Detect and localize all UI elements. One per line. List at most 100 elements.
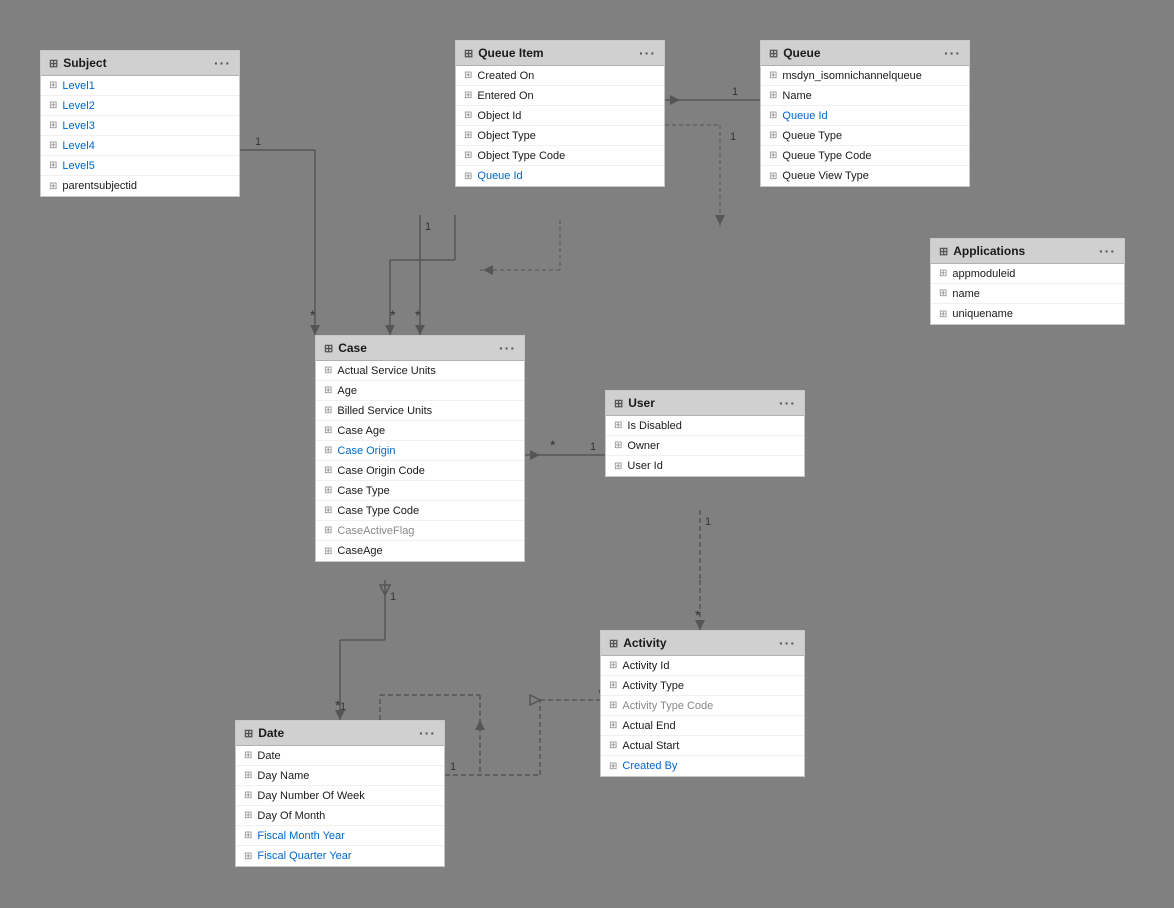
field-icon: ⊞ — [769, 130, 777, 141]
entity-case-header: ⊞ Case ··· — [316, 336, 524, 361]
queue-item-title: Queue Item — [478, 46, 543, 60]
field-label: Queue Id — [782, 110, 827, 122]
table-row: ⊞ Queue Type Code — [761, 146, 969, 166]
field-icon: ⊞ — [324, 365, 332, 376]
field-icon: ⊞ — [609, 660, 617, 671]
field-label: Object Type Code — [477, 150, 565, 162]
field-label: Level3 — [62, 120, 94, 132]
table-row: ⊞ Activity Id — [601, 656, 804, 676]
field-icon: ⊞ — [464, 70, 472, 81]
field-label: Fiscal Quarter Year — [257, 850, 351, 862]
table-row: ⊞ Object Type Code — [456, 146, 664, 166]
table-row: ⊞ Date — [236, 746, 444, 766]
field-label: Case Origin — [337, 445, 395, 457]
activity-table-icon: ⊞ — [609, 637, 618, 650]
date-menu-dots[interactable]: ··· — [419, 725, 436, 741]
field-icon: ⊞ — [49, 140, 57, 151]
table-row: ⊞ Age — [316, 381, 524, 401]
field-icon: ⊞ — [939, 309, 947, 320]
field-icon: ⊞ — [324, 505, 332, 516]
queue-body: ⊞ msdyn_isomnichannelqueue ⊞ Name ⊞ Queu… — [761, 66, 969, 186]
field-icon: ⊞ — [464, 90, 472, 101]
entity-subject: ⊞ Subject ··· ⊞ Level1 ⊞ Level2 ⊞ Level3… — [40, 50, 240, 197]
table-row: ⊞ Activity Type — [601, 676, 804, 696]
field-icon: ⊞ — [49, 100, 57, 111]
applications-body: ⊞ appmoduleid ⊞ name ⊞ uniquename — [931, 264, 1124, 324]
subject-body: ⊞ Level1 ⊞ Level2 ⊞ Level3 ⊞ Level4 ⊞ Le… — [41, 76, 239, 196]
field-label: Level5 — [62, 160, 94, 172]
queue-menu-dots[interactable]: ··· — [944, 45, 961, 61]
queue-item-menu-dots[interactable]: ··· — [639, 45, 656, 61]
table-row: ⊞ User Id — [606, 456, 804, 476]
entity-date: ⊞ Date ··· ⊞ Date ⊞ Day Name ⊞ Day Numbe… — [235, 720, 445, 867]
field-icon: ⊞ — [609, 680, 617, 691]
table-row: ⊞ Created On — [456, 66, 664, 86]
applications-menu-dots[interactable]: ··· — [1099, 243, 1116, 259]
field-label: Name — [782, 90, 811, 102]
table-row: ⊞ Object Type — [456, 126, 664, 146]
field-label: Entered On — [477, 90, 533, 102]
field-label: Activity Type — [622, 680, 684, 692]
field-icon: ⊞ — [49, 181, 57, 192]
field-icon: ⊞ — [244, 790, 252, 801]
field-icon: ⊞ — [769, 90, 777, 101]
table-row: ⊞ Fiscal Month Year — [236, 826, 444, 846]
field-label: Object Id — [477, 110, 521, 122]
applications-table-icon: ⊞ — [939, 245, 948, 258]
entity-queue-header: ⊞ Queue ··· — [761, 41, 969, 66]
table-row: ⊞ Level3 — [41, 116, 239, 136]
table-row: ⊞ Case Type Code — [316, 501, 524, 521]
table-row: ⊞ Queue Id — [456, 166, 664, 186]
field-label: Actual Start — [622, 740, 679, 752]
field-icon: ⊞ — [49, 80, 57, 91]
table-row: ⊞ Level2 — [41, 96, 239, 116]
field-label: Activity Type Code — [622, 700, 713, 712]
entity-queue: ⊞ Queue ··· ⊞ msdyn_isomnichannelqueue ⊞… — [760, 40, 970, 187]
field-icon: ⊞ — [324, 465, 332, 476]
table-row: ⊞ Case Type — [316, 481, 524, 501]
user-title: User — [628, 396, 655, 410]
field-icon: ⊞ — [614, 461, 622, 472]
field-icon: ⊞ — [324, 425, 332, 436]
table-row: ⊞ Queue Id — [761, 106, 969, 126]
queue-item-body: ⊞ Created On ⊞ Entered On ⊞ Object Id ⊞ … — [456, 66, 664, 186]
table-row: ⊞ Case Age — [316, 421, 524, 441]
field-label: appmoduleid — [952, 268, 1015, 280]
table-row: ⊞ Actual End — [601, 716, 804, 736]
case-menu-dots[interactable]: ··· — [499, 340, 516, 356]
table-row: ⊞ Created By — [601, 756, 804, 776]
field-label: Actual Service Units — [337, 365, 435, 377]
table-row: ⊞ Name — [761, 86, 969, 106]
queue-title: Queue — [783, 46, 820, 60]
field-label: Day Name — [257, 770, 309, 782]
table-row: ⊞ Case Origin Code — [316, 461, 524, 481]
table-row: ⊞ uniquename — [931, 304, 1124, 324]
field-label: Created On — [477, 70, 534, 82]
table-row: ⊞ Billed Service Units — [316, 401, 524, 421]
entity-activity-header: ⊞ Activity ··· — [601, 631, 804, 656]
table-row: ⊞ Queue View Type — [761, 166, 969, 186]
queue-item-table-icon: ⊞ — [464, 47, 473, 60]
field-icon: ⊞ — [609, 740, 617, 751]
field-label: msdyn_isomnichannelqueue — [782, 70, 921, 82]
table-row: ⊞ Day Name — [236, 766, 444, 786]
entity-activity: ⊞ Activity ··· ⊞ Activity Id ⊞ Activity … — [600, 630, 805, 777]
field-icon: ⊞ — [324, 525, 332, 536]
field-label: Queue Id — [477, 170, 522, 182]
field-icon: ⊞ — [244, 750, 252, 761]
subject-menu-dots[interactable]: ··· — [214, 55, 231, 71]
table-row: ⊞ Fiscal Quarter Year — [236, 846, 444, 866]
table-row: ⊞ Owner — [606, 436, 804, 456]
field-icon: ⊞ — [464, 110, 472, 121]
date-body: ⊞ Date ⊞ Day Name ⊞ Day Number Of Week ⊞… — [236, 746, 444, 866]
entity-queue-item-header: ⊞ Queue Item ··· — [456, 41, 664, 66]
table-row: ⊞ msdyn_isomnichannelqueue — [761, 66, 969, 86]
field-icon: ⊞ — [324, 405, 332, 416]
date-table-icon: ⊞ — [244, 727, 253, 740]
field-icon: ⊞ — [324, 445, 332, 456]
user-menu-dots[interactable]: ··· — [779, 395, 796, 411]
field-label: Queue View Type — [782, 170, 868, 182]
field-label: Actual End — [622, 720, 675, 732]
field-label: Case Type Code — [337, 505, 419, 517]
activity-menu-dots[interactable]: ··· — [779, 635, 796, 651]
